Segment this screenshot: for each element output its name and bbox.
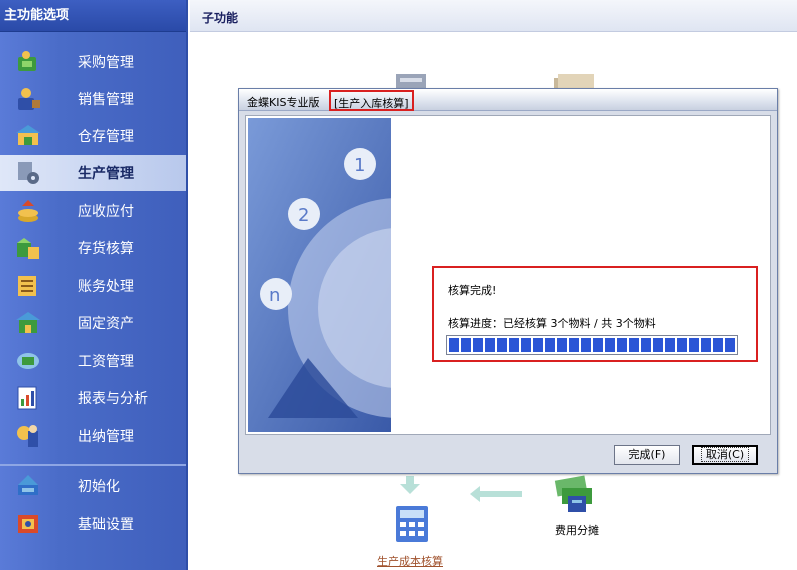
progress-fill (449, 338, 735, 352)
svg-text:1: 1 (354, 155, 365, 176)
sidebar-item-receivable[interactable]: 应收应付 (0, 193, 186, 229)
sidebar-item-label: 出纳管理 (78, 429, 134, 445)
svg-text:n: n (269, 285, 280, 306)
sidebar-item-label: 账务处理 (78, 279, 134, 295)
page-title: 子功能 (202, 11, 239, 25)
calculation-status-panel: 核算完成! 核算进度：已经核算 3个物料 / 共 3个物料 (432, 266, 758, 362)
salary-icon (17, 353, 39, 369)
expense-allocation-label[interactable]: 费用分摊 (555, 522, 599, 538)
sidebar-item-label: 采购管理 (78, 55, 134, 71)
sidebar-item-label: 生产管理 (78, 166, 134, 182)
sidebar-item-label: 销售管理 (78, 92, 134, 108)
sidebar-item-ledger[interactable]: 账务处理 (0, 268, 186, 304)
dialog-title-module: [生产入库核算] (329, 90, 414, 111)
dialog-title-product: 金蝶KIS专业版 (247, 96, 320, 109)
sidebar-item-production[interactable]: 生产管理 (0, 155, 186, 191)
sidebar-item-inventory[interactable]: 存货核算 (0, 230, 186, 266)
progress-bar (446, 335, 738, 355)
inventory-icon (17, 238, 39, 259)
settings-icon (18, 515, 38, 533)
finish-button[interactable]: 完成(F) (614, 445, 680, 465)
cost-calculation-icon[interactable] (392, 502, 432, 546)
sidebar-item-settings[interactable]: 基础设置 (0, 506, 186, 542)
sidebar-item-label: 仓存管理 (78, 129, 134, 145)
cashier-icon (17, 425, 38, 447)
sidebar-item-purchase[interactable]: 采购管理 (0, 44, 186, 80)
ledger-icon (18, 276, 36, 296)
wizard-banner-image: 1 2 n (248, 118, 391, 432)
sidebar-item-cashier[interactable]: 出纳管理 (0, 418, 186, 454)
report-icon (17, 386, 37, 410)
status-complete-text: 核算完成! (448, 284, 497, 297)
warehouse-icon (16, 125, 40, 145)
sidebar-item-report[interactable]: 报表与分析 (0, 380, 186, 416)
left-arrow-icon (470, 486, 522, 502)
sidebar-divider (0, 464, 186, 466)
svg-text:2: 2 (298, 205, 309, 226)
sidebar-item-label: 工资管理 (78, 354, 134, 370)
receivable-icon (18, 200, 38, 222)
sales-icon (18, 88, 40, 110)
sidebar-item-init[interactable]: 初始化 (0, 468, 186, 504)
sidebar-item-label: 存货核算 (78, 241, 134, 257)
sidebar-item-label: 固定资产 (78, 316, 134, 332)
sidebar: 主功能选项 采购管理 销售管理 仓存管理 生产管理 应收应付 存货核算 账务处理… (0, 0, 188, 570)
cancel-button[interactable]: 取消(C) (692, 445, 758, 465)
sidebar-item-warehouse[interactable]: 仓存管理 (0, 118, 186, 154)
production-icon (18, 162, 39, 184)
fixed-asset-icon (16, 312, 40, 333)
progress-text: 核算进度：已经核算 3个物料 / 共 3个物料 (448, 317, 656, 330)
sidebar-item-salary[interactable]: 工资管理 (0, 343, 186, 379)
cancel-button-label: 取消(C) (700, 447, 750, 462)
dialog-body: 1 2 n 核算完成! 核算进度：已经核算 3个物料 / 共 3个物料 (245, 115, 771, 435)
sidebar-item-label: 报表与分析 (78, 391, 148, 407)
down-arrow-icon (400, 476, 420, 494)
sidebar-item-label: 应收应付 (78, 204, 134, 220)
init-icon (18, 475, 38, 495)
sidebar-item-label: 初始化 (78, 479, 120, 495)
sidebar-item-sales[interactable]: 销售管理 (0, 81, 186, 117)
sidebar-item-fixed-asset[interactable]: 固定资产 (0, 305, 186, 341)
purchase-icon (18, 51, 36, 71)
sidebar-item-label: 基础设置 (78, 517, 134, 533)
sub-function-header: 子功能 (190, 0, 797, 32)
dialog-titlebar[interactable]: 金蝶KIS专业版 [生产入库核算] (239, 89, 777, 111)
cost-calculation-link[interactable]: 生产成本核算 (377, 553, 443, 569)
production-cost-dialog: 金蝶KIS专业版 [生产入库核算] 1 2 n 核算完成! 核算进度：已经核算 … (238, 88, 778, 474)
sidebar-title: 主功能选项 (0, 0, 186, 32)
expense-allocation-icon[interactable] (552, 474, 600, 514)
